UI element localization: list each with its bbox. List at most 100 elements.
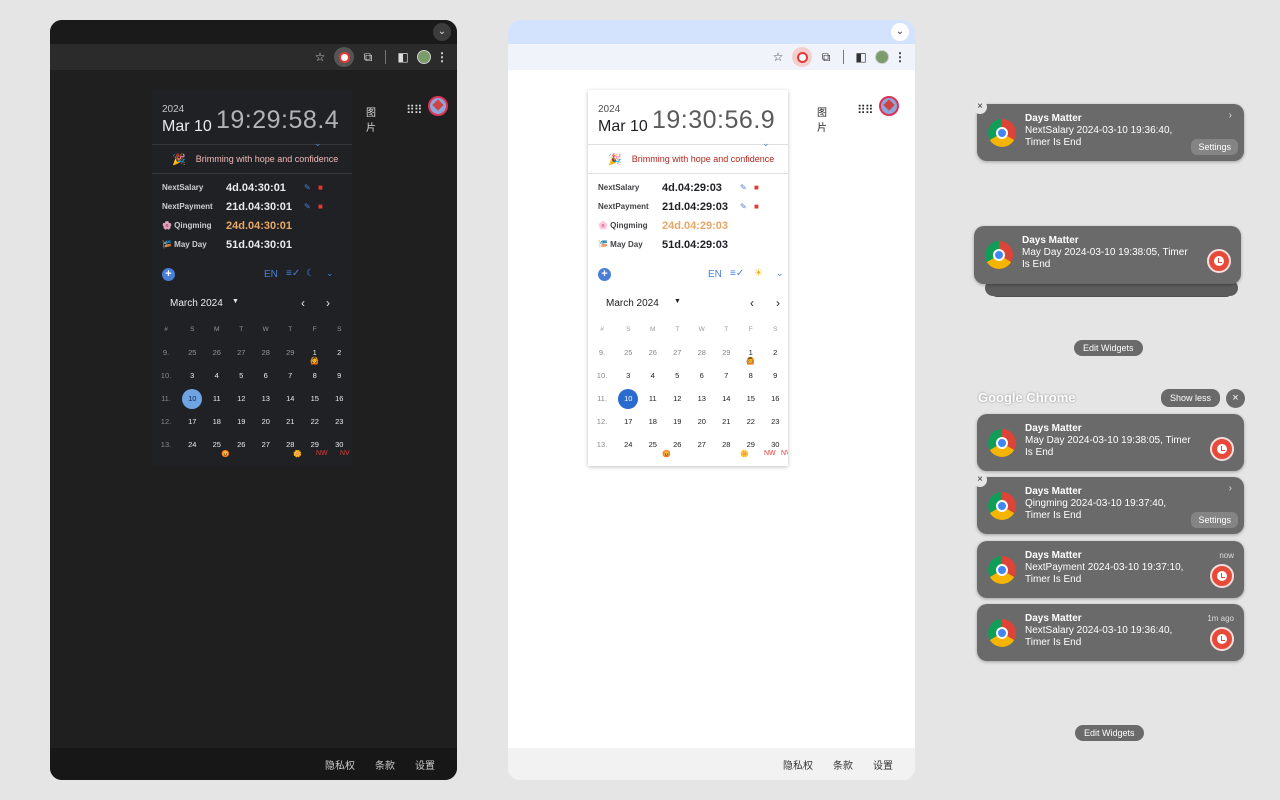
calendar-day[interactable]: 2	[327, 341, 352, 364]
footer-terms-link[interactable]: 条款	[375, 757, 395, 772]
edit-widgets-button[interactable]: Edit Widgets	[1074, 340, 1143, 356]
notification-card[interactable]: × Days Matter Qingming 2024-03-10 19:37:…	[973, 473, 1244, 534]
profile-avatar[interactable]	[417, 50, 431, 64]
event-row[interactable]: NextPayment 21d.04:29:03 ✎ ■	[588, 197, 788, 216]
calendar-day[interactable]: 11	[641, 387, 666, 410]
calendar-day[interactable]: 27	[665, 341, 690, 364]
event-row[interactable]: NextPayment 21d.04:30:01 ✎ ■	[152, 197, 352, 216]
calendar-day[interactable]: 27	[229, 341, 254, 364]
calendar-day[interactable]: 23	[327, 410, 352, 433]
calendar-day[interactable]: 4	[205, 364, 230, 387]
delete-trash-icon[interactable]: ■	[318, 183, 323, 192]
side-panel-icon[interactable]: ◧	[851, 50, 871, 64]
calendar-day[interactable]: 18	[205, 410, 230, 433]
language-toggle[interactable]: EN	[264, 269, 278, 280]
notification-card[interactable]: Days Matter NextPayment 2024-03-10 19:37…	[977, 541, 1244, 598]
event-row[interactable]: NextSalary 4d.04:29:03 ✎ ■	[588, 178, 788, 197]
tab-search-chevron-icon[interactable]: ⌄	[433, 23, 451, 41]
calendar-day[interactable]: 20	[690, 410, 715, 433]
bookmark-star-icon[interactable]: ☆	[310, 50, 330, 64]
calendar-day[interactable]: 22	[303, 410, 328, 433]
apps-grid-icon[interactable]: ⠿⠿	[406, 103, 423, 117]
calendar-day[interactable]: 14	[714, 387, 739, 410]
calendar-day[interactable]: 7	[278, 364, 303, 387]
calendar-day[interactable]: 21	[714, 410, 739, 433]
footer-terms-link[interactable]: 条款	[833, 757, 853, 772]
theme-moon-icon[interactable]: ☾	[306, 268, 315, 279]
calendar-day[interactable]: 9	[327, 364, 352, 387]
language-toggle[interactable]: EN	[708, 269, 722, 280]
add-event-icon[interactable]: +	[598, 268, 611, 281]
address-bar[interactable]	[508, 47, 748, 67]
expand-chevron-icon[interactable]: ⌄	[776, 268, 784, 279]
close-icon[interactable]: ×	[973, 473, 987, 487]
days-matter-extension-icon[interactable]	[334, 47, 354, 67]
footer-privacy-link[interactable]: 隐私权	[325, 757, 355, 772]
account-avatar[interactable]	[879, 96, 899, 116]
days-matter-extension-icon[interactable]	[792, 47, 812, 67]
calendar-day[interactable]: 3	[616, 364, 641, 387]
tab-search-chevron-icon[interactable]: ⌄	[891, 23, 909, 41]
next-month-icon[interactable]: ›	[776, 296, 780, 310]
notification-card[interactable]: Days Matter NextSalary 2024-03-10 19:36:…	[977, 604, 1244, 661]
edit-widgets-button[interactable]: Edit Widgets	[1075, 725, 1144, 741]
delete-trash-icon[interactable]: ■	[754, 183, 759, 192]
event-row[interactable]: 🌸 Qingming 24d.04:29:03	[588, 216, 788, 235]
calendar-day[interactable]: 4	[641, 364, 666, 387]
calendar-day[interactable]: 29	[278, 341, 303, 364]
images-link[interactable]: 图片	[366, 104, 376, 134]
sort-list-icon[interactable]: ≡✓	[286, 268, 300, 279]
calendar-day[interactable]: 18	[641, 410, 666, 433]
theme-sun-icon[interactable]: ☀	[754, 268, 763, 279]
calendar-day[interactable]: 17	[616, 410, 641, 433]
calendar-month-label[interactable]: March 2024	[606, 298, 659, 309]
chevron-right-icon[interactable]: ›	[1229, 483, 1232, 494]
calendar-day[interactable]: 12	[229, 387, 254, 410]
calendar-day[interactable]: 5	[229, 364, 254, 387]
expand-chevron-icon[interactable]: ⌄	[326, 268, 334, 279]
event-row[interactable]: NextSalary 4d.04:30:01 ✎ ■	[152, 178, 352, 197]
calendar-day[interactable]: 22	[739, 410, 764, 433]
calendar-day[interactable]: 14	[278, 387, 303, 410]
extensions-puzzle-icon[interactable]: ⧉	[358, 50, 378, 65]
notification-card[interactable]: × Days Matter NextSalary 2024-03-10 19:3…	[973, 100, 1244, 161]
close-icon[interactable]: ×	[973, 100, 987, 114]
calendar-day-today[interactable]: 10	[616, 387, 641, 410]
calendar-day[interactable]: 8 🙆	[303, 358, 328, 387]
calendar-day[interactable]: 5	[665, 364, 690, 387]
edit-pencil-icon[interactable]: ✎	[740, 183, 747, 192]
more-menu-icon[interactable]: ⋮	[893, 50, 907, 64]
month-dropdown-icon[interactable]: ▼	[232, 298, 239, 305]
calendar-day[interactable]: 12	[665, 387, 690, 410]
calendar-day[interactable]: 16	[763, 387, 788, 410]
calendar-day[interactable]: 25	[180, 341, 205, 364]
calendar-day[interactable]: 15	[303, 387, 328, 410]
notification-card[interactable]: Days Matter May Day 2024-03-10 19:38:05,…	[974, 226, 1241, 284]
extensions-puzzle-icon[interactable]: ⧉	[816, 50, 836, 65]
calendar-day[interactable]: 13	[690, 387, 715, 410]
sort-list-icon[interactable]: ≡✓	[730, 268, 744, 279]
calendar-day[interactable]: 15	[739, 387, 764, 410]
calendar-day[interactable]: 11	[205, 387, 230, 410]
edit-pencil-icon[interactable]: ✎	[304, 183, 311, 192]
calendar-month-label[interactable]: March 2024	[170, 298, 223, 309]
calendar-day[interactable]: 16	[327, 387, 352, 410]
calendar-day[interactable]: 23	[763, 410, 788, 433]
delete-trash-icon[interactable]: ■	[318, 202, 323, 211]
calendar-day[interactable]: 13	[254, 387, 279, 410]
calendar-day[interactable]: 19	[229, 410, 254, 433]
add-event-icon[interactable]: +	[162, 268, 175, 281]
month-dropdown-icon[interactable]: ▼	[674, 298, 681, 305]
show-less-button[interactable]: Show less	[1161, 389, 1221, 407]
event-row[interactable]: 🎏 May Day 51d.04:30:01	[152, 235, 352, 254]
event-row[interactable]: 🎏 May Day 51d.04:29:03	[588, 235, 788, 254]
next-month-icon[interactable]: ›	[326, 296, 330, 310]
event-row[interactable]: 🌸 Qingming 24d.04:30:01	[152, 216, 352, 235]
calendar-day[interactable]: 26	[205, 341, 230, 364]
footer-privacy-link[interactable]: 隐私权	[783, 757, 813, 772]
settings-button[interactable]: Settings	[1191, 139, 1238, 155]
calendar-day[interactable]: 8 🙆	[739, 358, 764, 387]
side-panel-icon[interactable]: ◧	[393, 50, 413, 64]
calendar-day[interactable]: 9	[763, 364, 788, 387]
close-group-icon[interactable]: ×	[1226, 389, 1245, 408]
